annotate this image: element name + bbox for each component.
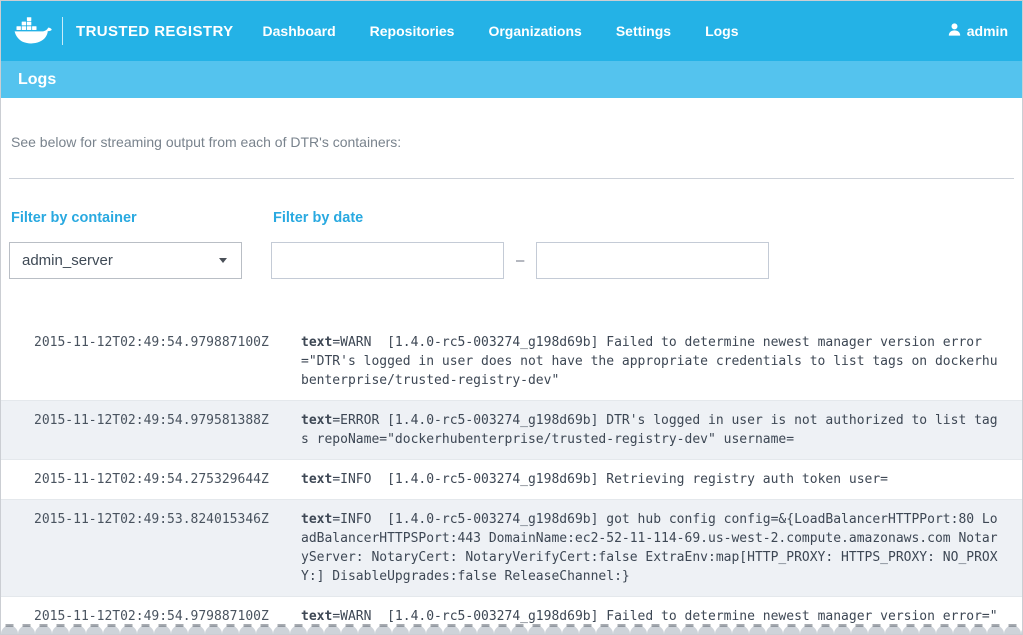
main-nav: Dashboard Repositories Organizations Set… xyxy=(246,1,756,61)
user-menu[interactable]: admin xyxy=(948,23,1010,39)
log-message-prefix: text xyxy=(301,472,332,487)
date-range-dash: – xyxy=(516,252,524,269)
log-timestamp: 2015-11-12T02:49:54.979581388Z xyxy=(34,411,269,449)
log-row: 2015-11-12T02:49:53.824015346Z text=INFO… xyxy=(1,500,1022,597)
section-divider xyxy=(9,178,1014,179)
intro-text: See below for streaming output from each… xyxy=(11,134,1012,150)
date-filter-group: Filter by date – xyxy=(271,208,769,279)
log-message: text=ERROR [1.4.0-rc5-003274_g198d69b] D… xyxy=(301,411,1001,449)
log-timestamp: 2015-11-12T02:49:54.275329644Z xyxy=(34,470,269,489)
nav-item[interactable]: Dashboard xyxy=(246,1,353,61)
nav-item[interactable]: Settings xyxy=(599,1,688,61)
log-timestamp: 2015-11-12T02:49:54.979887100Z xyxy=(34,333,269,390)
brand-name: TRUSTED REGISTRY xyxy=(76,23,234,40)
top-nav: TRUSTED REGISTRY Dashboard Repositories … xyxy=(1,1,1022,61)
torn-edge-decoration xyxy=(1,617,1022,634)
date-range-row: – xyxy=(271,242,769,279)
container-select-value: admin_server xyxy=(22,252,113,269)
log-message-prefix: text xyxy=(301,335,332,350)
log-row: 2015-11-12T02:49:54.979581388Z text=ERRO… xyxy=(1,401,1022,460)
filters: Filter by container admin_server Filter … xyxy=(9,208,1022,279)
nav-item[interactable]: Repositories xyxy=(353,1,472,61)
log-message-body: =INFO [1.4.0-rc5-003274_g198d69b] Retrie… xyxy=(332,472,888,487)
log-message-body: =ERROR [1.4.0-rc5-003274_g198d69b] DTR's… xyxy=(301,413,998,447)
page-title-bar: Logs xyxy=(1,61,1022,98)
log-message-body: =WARN [1.4.0-rc5-003274_g198d69b] Failed… xyxy=(301,335,998,388)
date-filter-label: Filter by date xyxy=(273,208,769,228)
nav-item[interactable]: Logs xyxy=(688,1,755,61)
container-filter-group: Filter by container admin_server xyxy=(9,208,242,279)
dtr-window: TRUSTED REGISTRY Dashboard Repositories … xyxy=(0,0,1023,635)
container-select[interactable]: admin_server xyxy=(9,242,242,279)
user-icon xyxy=(948,23,961,39)
log-table: 2015-11-12T02:49:54.979887100Z text=WARN… xyxy=(1,323,1022,635)
log-message-body: =INFO [1.4.0-rc5-003274_g198d69b] got hu… xyxy=(301,512,998,584)
log-message: text=INFO [1.4.0-rc5-003274_g198d69b] go… xyxy=(301,510,1001,586)
user-name: admin xyxy=(967,23,1008,39)
log-message: text=INFO [1.4.0-rc5-003274_g198d69b] Re… xyxy=(301,470,1001,489)
log-message-prefix: text xyxy=(301,512,332,527)
log-row: 2015-11-12T02:49:54.275329644Z text=INFO… xyxy=(1,460,1022,500)
date-from-input[interactable] xyxy=(271,242,504,279)
log-message-prefix: text xyxy=(301,413,332,428)
log-row: 2015-11-12T02:49:54.979887100Z text=WARN… xyxy=(1,323,1022,401)
date-to-input[interactable] xyxy=(536,242,769,279)
container-filter-label: Filter by container xyxy=(11,208,242,228)
caret-down-icon xyxy=(219,258,227,263)
log-message: text=WARN [1.4.0-rc5-003274_g198d69b] Fa… xyxy=(301,333,1001,390)
log-timestamp: 2015-11-12T02:49:53.824015346Z xyxy=(34,510,269,586)
page-title: Logs xyxy=(18,71,56,89)
nav-item[interactable]: Organizations xyxy=(471,1,598,61)
brand-divider xyxy=(62,17,63,45)
brand-home-link[interactable]: TRUSTED REGISTRY xyxy=(13,15,234,47)
docker-whale-icon xyxy=(13,15,53,47)
